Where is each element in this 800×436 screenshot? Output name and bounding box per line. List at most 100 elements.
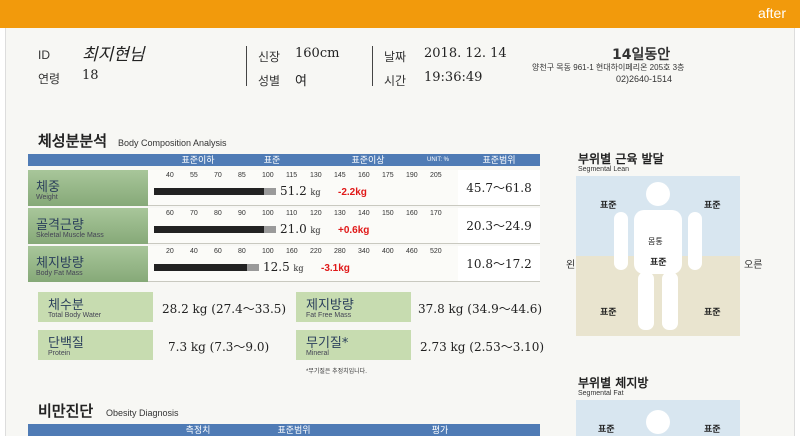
tick-label: 145 [334, 172, 346, 179]
lean-right-arm: 표준 [704, 201, 721, 211]
age-value: 18 [82, 68, 99, 83]
obesity-title: 비만진단 [38, 402, 94, 420]
lean-trunk: 표준 [650, 258, 667, 268]
value-bar [154, 188, 276, 195]
time-label: 시간 [384, 74, 407, 88]
row-label-en: Body Fat Mass [36, 270, 83, 277]
standard-range: 10.8～17.2 [458, 246, 540, 282]
tick-label: 90 [238, 210, 246, 217]
tick-label: 160 [286, 248, 298, 255]
bar-tail [264, 226, 276, 233]
segmental-lean-subtitle: Segmental Lean [578, 166, 629, 173]
tick-label: 175 [382, 172, 394, 179]
change-delta: +0.6kg [338, 225, 370, 236]
change-delta: -2.2kg [338, 187, 367, 198]
tick-label: 100 [262, 248, 274, 255]
value-bar [154, 264, 259, 271]
top-banner: after [0, 0, 800, 28]
water-label-en: Total Body Water [48, 312, 102, 319]
ffm-label-en: Fat Free Mass [306, 312, 352, 319]
standard-range: 45.7～61.8 [458, 170, 540, 206]
tick-label: 80 [238, 248, 246, 255]
sex-value: 여 [295, 74, 307, 89]
tick-label: 400 [382, 248, 394, 255]
ffm-label: 제지방량 [306, 298, 354, 313]
tick-label: 60 [214, 248, 222, 255]
tick-label: 140 [358, 210, 370, 217]
tick-label: 80 [214, 210, 222, 217]
row-label-1: 골격근량 Skeletal Muscle Mass [28, 208, 148, 244]
clinic-address: 양천구 목동 961-1 현대하이페리온 205호 3층 [532, 63, 685, 72]
fat-right-arm: 표준 [704, 425, 721, 435]
bar-value-number: 12.5 [263, 260, 290, 274]
protein-value: 7.3 kg (7.3～9.0) [168, 340, 270, 354]
fat-left-arm: 표준 [598, 425, 615, 435]
bar-tail [264, 188, 276, 195]
change-delta: -3.1kg [321, 263, 350, 274]
tick-label: 170 [430, 210, 442, 217]
col-above-standard: 표준이상 [351, 155, 385, 165]
age-label: 연령 [38, 72, 61, 86]
bar-value-number: 21.0 [280, 222, 307, 236]
row-label-en: Weight [36, 194, 58, 201]
bar-value-unit: kg [310, 226, 321, 235]
segmental-fat-title: 부위별 체지방 [578, 376, 649, 390]
tick-label: 85 [238, 172, 246, 179]
tick-label: 40 [190, 248, 198, 255]
protein-label-box: 단백질 Protein [38, 330, 153, 360]
obesity-col-measured: 측정치 [185, 425, 211, 435]
row-label-en: Skeletal Muscle Mass [36, 232, 104, 239]
tick-label: 115 [286, 172, 298, 179]
body-comp-subtitle: Body Composition Analysis [118, 138, 227, 148]
lean-left-leg: 표준 [600, 308, 617, 318]
tick-label: 160 [358, 172, 370, 179]
body-comp-title: 체성분분석 [38, 132, 108, 150]
tick-label: 40 [166, 172, 174, 179]
col-standard-range: 표준범위 [482, 155, 516, 165]
row-graph-0: 40 55 70 85 100 115 130 145 160 175 190 205 51.2 kg -… [148, 170, 458, 206]
tick-label: 220 [310, 248, 322, 255]
water-value: 28.2 kg (27.4～33.5) [162, 302, 287, 316]
lean-left-arm: 표준 [600, 201, 617, 211]
tick-label: 70 [214, 172, 222, 179]
tick-label: 280 [334, 248, 346, 255]
obesity-col-range: 표준범위 [277, 425, 311, 435]
tick-row: 20 40 60 80 100 160 220 280 340 400 460 520 [148, 248, 448, 258]
row-label-ko: 체지방량 [36, 256, 84, 271]
mineral-label: 무기질* [306, 336, 349, 351]
tick-label: 100 [262, 210, 274, 217]
bar-value: 51.2 kg [280, 184, 321, 198]
footnote: *무기질은 추정치입니다. [306, 369, 367, 375]
tick-label: 60 [166, 210, 174, 217]
water-label: 체수분 [48, 298, 84, 313]
clinic-phone: 02)2640-1514 [616, 74, 673, 84]
bar-value: 12.5 kg [263, 260, 304, 274]
left-side-label: 왼 [566, 260, 576, 271]
ffm-value: 37.8 kg (34.9～44.6) [418, 302, 543, 316]
date-value: 2018. 12. 14 [424, 46, 507, 61]
date-label: 날짜 [384, 50, 407, 64]
tick-label: 130 [334, 210, 346, 217]
bar-value-unit: kg [293, 264, 304, 273]
obesity-subtitle: Obesity Diagnosis [106, 408, 179, 418]
clinic-name: 14일동안 [612, 47, 671, 63]
tick-label: 460 [406, 248, 418, 255]
ffm-label-box: 제지방량 Fat Free Mass [296, 292, 411, 322]
standard-range: 20.3～24.9 [458, 208, 540, 244]
time-value: 19:36:49 [424, 70, 483, 85]
tick-row: 40 55 70 85 100 115 130 145 160 175 190 205 [148, 172, 448, 182]
tick-label: 20 [166, 248, 174, 255]
divider [246, 46, 247, 86]
tick-label: 340 [358, 248, 370, 255]
tick-label: 100 [262, 172, 274, 179]
banner-label: after [757, 5, 786, 21]
lean-trunk-label: 몸통 [648, 237, 663, 246]
row-graph-2: 20 40 60 80 100 160 220 280 340 400 460 520 12.5 kg -… [148, 246, 458, 282]
row-label-ko: 골격근량 [36, 218, 84, 233]
tick-row: 60 70 80 90 100 110 120 130 140 150 160 170 [148, 210, 448, 220]
height-label: 신장 [258, 50, 281, 64]
sex-label: 성별 [258, 74, 281, 88]
tick-label: 120 [310, 210, 322, 217]
tick-label: 160 [406, 210, 418, 217]
col-unit: UNIT: % [426, 157, 449, 163]
